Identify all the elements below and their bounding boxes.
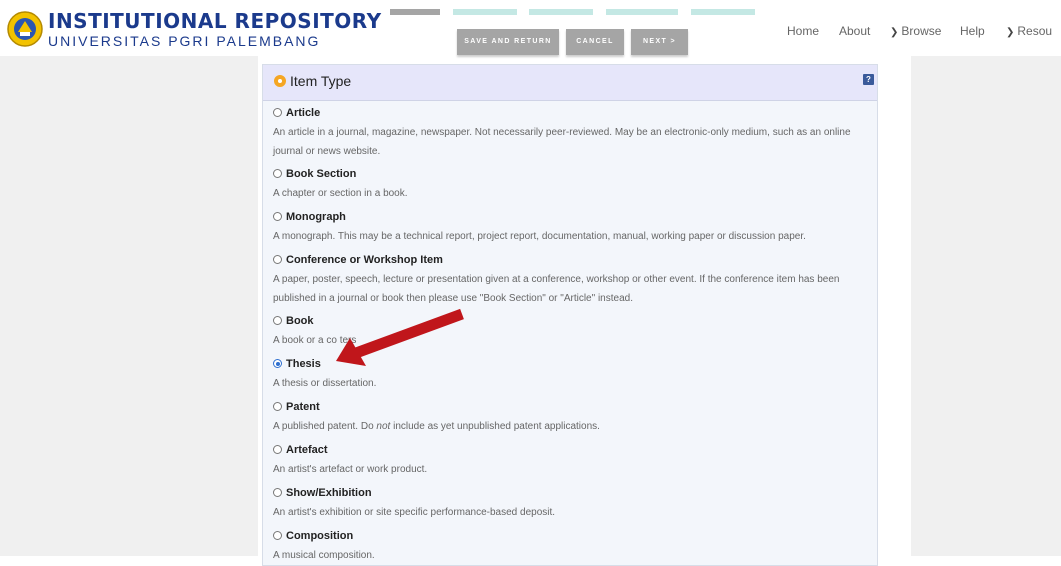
progress-step-2 [453,9,517,15]
option-patent-desc-before: A published patent. Do [273,421,377,432]
nav-home-label: Home [787,24,820,38]
brand-subtitle: UNIVERSITAS PGRI PALEMBANG [48,33,321,49]
option-article-label: Article [286,107,321,119]
right-gutter [911,56,1061,556]
nav-about[interactable]: About [839,24,870,38]
option-conference-desc: A paper, poster, speech, lecture or pres… [273,274,840,304]
nav-resources-label: Resou [1017,24,1053,38]
cancel-button[interactable]: CANCEL [566,29,624,55]
option-book-desc: A book or a co ters [273,331,868,350]
option-book-label: Book [286,315,314,327]
radio-monograph[interactable] [273,212,282,221]
option-patent-desc-after: include as yet unpublished patent applic… [390,421,600,432]
radio-thesis[interactable] [273,359,282,368]
nav-about-label: About [839,24,871,38]
nav-help-label: Help [960,24,985,38]
option-composition-label: Composition [286,530,354,542]
radio-article[interactable] [273,108,282,117]
option-patent-desc-em: not [376,421,391,432]
option-book[interactable]: Book [273,315,314,327]
item-type-panel: Item Type ? Article An article in a jour… [262,64,878,566]
left-gutter [0,56,258,556]
option-book-section-label: Book Section [286,168,357,180]
radio-artefact[interactable] [273,445,282,454]
nav-browse[interactable]: ❯ Browse [890,24,941,38]
progress-step-4 [606,9,678,15]
option-conference[interactable]: Conference or Workshop Item [273,254,443,266]
option-thesis[interactable]: Thesis [273,358,321,370]
option-show-exhibition-label: Show/Exhibition [286,487,372,499]
radio-book-section[interactable] [273,169,282,178]
option-show-exhibition[interactable]: Show/Exhibition [273,487,372,499]
next-button[interactable]: NEXT > [631,29,688,55]
option-book-section[interactable]: Book Section [273,168,356,180]
option-artefact-label: Artefact [286,444,328,456]
option-article[interactable]: Article [273,107,320,119]
option-book-section-desc: A chapter or section in a book. [273,188,408,199]
option-patent-label: Patent [286,401,320,413]
nav-home[interactable]: Home [787,24,819,38]
radio-book[interactable] [273,316,282,325]
option-monograph-desc: A monograph. This may be a technical rep… [273,231,806,242]
save-and-return-button[interactable]: SAVE AND RETURN [457,29,559,55]
section-bullet-icon [274,75,286,87]
nav-browse-label: Browse [901,24,942,38]
progress-step-3 [529,9,593,15]
radio-conference[interactable] [273,255,282,264]
progress-step-1 [390,9,440,15]
option-composition[interactable]: Composition [273,530,353,542]
panel-title: Item Type [290,73,352,89]
option-conference-label: Conference or Workshop Item [286,254,443,266]
option-thesis-desc: A thesis or dissertation. [273,378,377,389]
option-artefact-desc: An artist's artefact or work product. [273,464,428,475]
nav-help[interactable]: Help [960,24,985,38]
radio-patent[interactable] [273,402,282,411]
option-book-desc-text: A book or a co [273,335,340,346]
option-show-exhibition-desc: An artist's exhibition or site specific … [273,507,556,518]
nav-resources[interactable]: ❯ Resou [1006,24,1052,38]
option-patent-desc: A published patent. Do not include as ye… [273,417,868,436]
progress-step-5 [691,9,755,15]
help-icon[interactable]: ? [863,74,874,85]
option-monograph-label: Monograph [286,211,346,223]
chevron-down-icon: ❯ [1006,27,1015,38]
chevron-down-icon: ❯ [890,27,899,38]
option-artefact[interactable]: Artefact [273,444,328,456]
brand-title[interactable]: INSTITUTIONAL REPOSITORY [48,10,382,32]
radio-show-exhibition[interactable] [273,488,282,497]
option-patent[interactable]: Patent [273,401,320,413]
option-thesis-label: Thesis [286,358,321,370]
panel-header: Item Type ? [263,65,877,101]
option-monograph[interactable]: Monograph [273,211,346,223]
option-article-desc: An article in a journal, magazine, newsp… [273,127,851,157]
university-logo[interactable] [6,10,44,48]
radio-composition[interactable] [273,531,282,540]
option-book-desc-suffix: ters [339,335,357,346]
